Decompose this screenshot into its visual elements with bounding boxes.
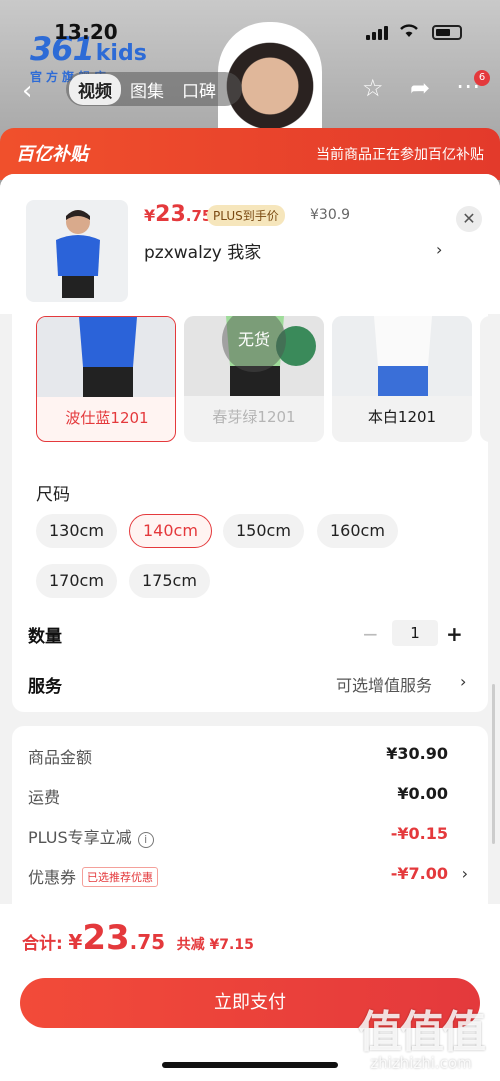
tab-reviews[interactable]: 口碑 <box>173 74 225 105</box>
size-option-170[interactable]: 170cm <box>36 564 117 598</box>
product-header: ¥23.75 PLUS到手价 ¥30.9 ✕ pzxwalzy 我家 › <box>0 174 500 314</box>
color-label: 春芽绿1201 <box>212 408 296 426</box>
coupon-chevron-icon[interactable]: › <box>462 864 468 883</box>
tab-video[interactable]: 视频 <box>69 73 121 105</box>
size-option-130[interactable]: 130cm <box>36 514 117 548</box>
size-section-title: 尺码 <box>36 485 70 505</box>
subsidy-logo: 百亿补贴 <box>16 144 88 165</box>
color-label: 本白1201 <box>367 408 437 426</box>
subsidy-banner: 百亿补贴 当前商品正在参加百亿补贴 <box>0 128 500 180</box>
service-selector[interactable]: 可选增值服务 <box>336 672 432 696</box>
original-price: ¥30.9 <box>310 207 351 223</box>
summary-row-plus: PLUS专享立减 i -¥0.15 <box>28 824 448 848</box>
quantity-decrease-button[interactable]: − <box>362 622 379 646</box>
size-option-150[interactable]: 150cm <box>223 514 304 548</box>
coupon-tag: 已选推荐优惠 <box>82 867 159 887</box>
service-chevron-icon[interactable]: › <box>460 672 466 691</box>
delivery-address[interactable]: pzxwalzy 我家 <box>144 238 261 263</box>
media-tabs: 视频 图集 口碑 <box>66 72 242 106</box>
color-option-white[interactable]: 本白1201 <box>332 316 472 442</box>
color-option-blue[interactable]: 波仕蓝1201 <box>36 316 176 442</box>
summary-row-coupon[interactable]: 优惠券 已选推荐优惠 -¥7.00 › <box>28 864 468 890</box>
total-price: 合计: ¥23.75 共减 ¥7.15 <box>22 918 254 958</box>
product-price: ¥23.75 <box>144 202 213 227</box>
quantity-increase-button[interactable]: + <box>446 622 463 646</box>
address-chevron-icon[interactable]: › <box>436 240 442 259</box>
back-arrow-icon[interactable]: ‹ <box>22 76 32 106</box>
size-option-175[interactable]: 175cm <box>129 564 210 598</box>
size-option-160[interactable]: 160cm <box>317 514 398 548</box>
subsidy-notice: 当前商品正在参加百亿补贴 <box>316 147 484 163</box>
size-option-140[interactable]: 140cm <box>129 514 212 548</box>
color-white-image <box>332 316 472 396</box>
cellular-signal-icon <box>366 26 390 40</box>
quantity-label: 数量 <box>28 627 62 647</box>
saved-amount: 共减 ¥7.15 <box>176 937 254 953</box>
status-bar: 13:20 <box>0 0 500 44</box>
service-label: 服务 <box>28 677 62 697</box>
product-thumbnail <box>26 200 128 302</box>
summary-row-goods: 商品金额 ¥30.90 <box>28 744 448 767</box>
message-count-badge: 6 <box>474 70 490 86</box>
color-option-more[interactable] <box>480 316 500 442</box>
scrollbar[interactable] <box>492 684 495 844</box>
tab-gallery[interactable]: 图集 <box>121 74 173 105</box>
quantity-input[interactable]: 1 <box>392 620 438 646</box>
summary-row-shipping: 运费 ¥0.00 <box>28 784 448 807</box>
close-icon[interactable]: ✕ <box>456 206 482 232</box>
color-blue-image <box>37 317 175 397</box>
color-option-green[interactable]: 无货 春芽绿1201 <box>184 316 324 442</box>
share-icon[interactable]: ➦ <box>410 74 430 102</box>
battery-icon <box>432 25 462 40</box>
home-indicator[interactable] <box>162 1062 338 1068</box>
site-watermark: 值值值 zhizhizhi.com <box>358 1007 486 1072</box>
favorite-star-icon[interactable]: ☆ <box>362 74 384 102</box>
plus-price-tag: PLUS到手价 <box>207 205 285 226</box>
info-icon[interactable]: i <box>137 832 154 848</box>
status-time: 13:20 <box>54 20 118 44</box>
color-label: 波仕蓝1201 <box>65 409 149 427</box>
wifi-icon <box>400 24 418 37</box>
